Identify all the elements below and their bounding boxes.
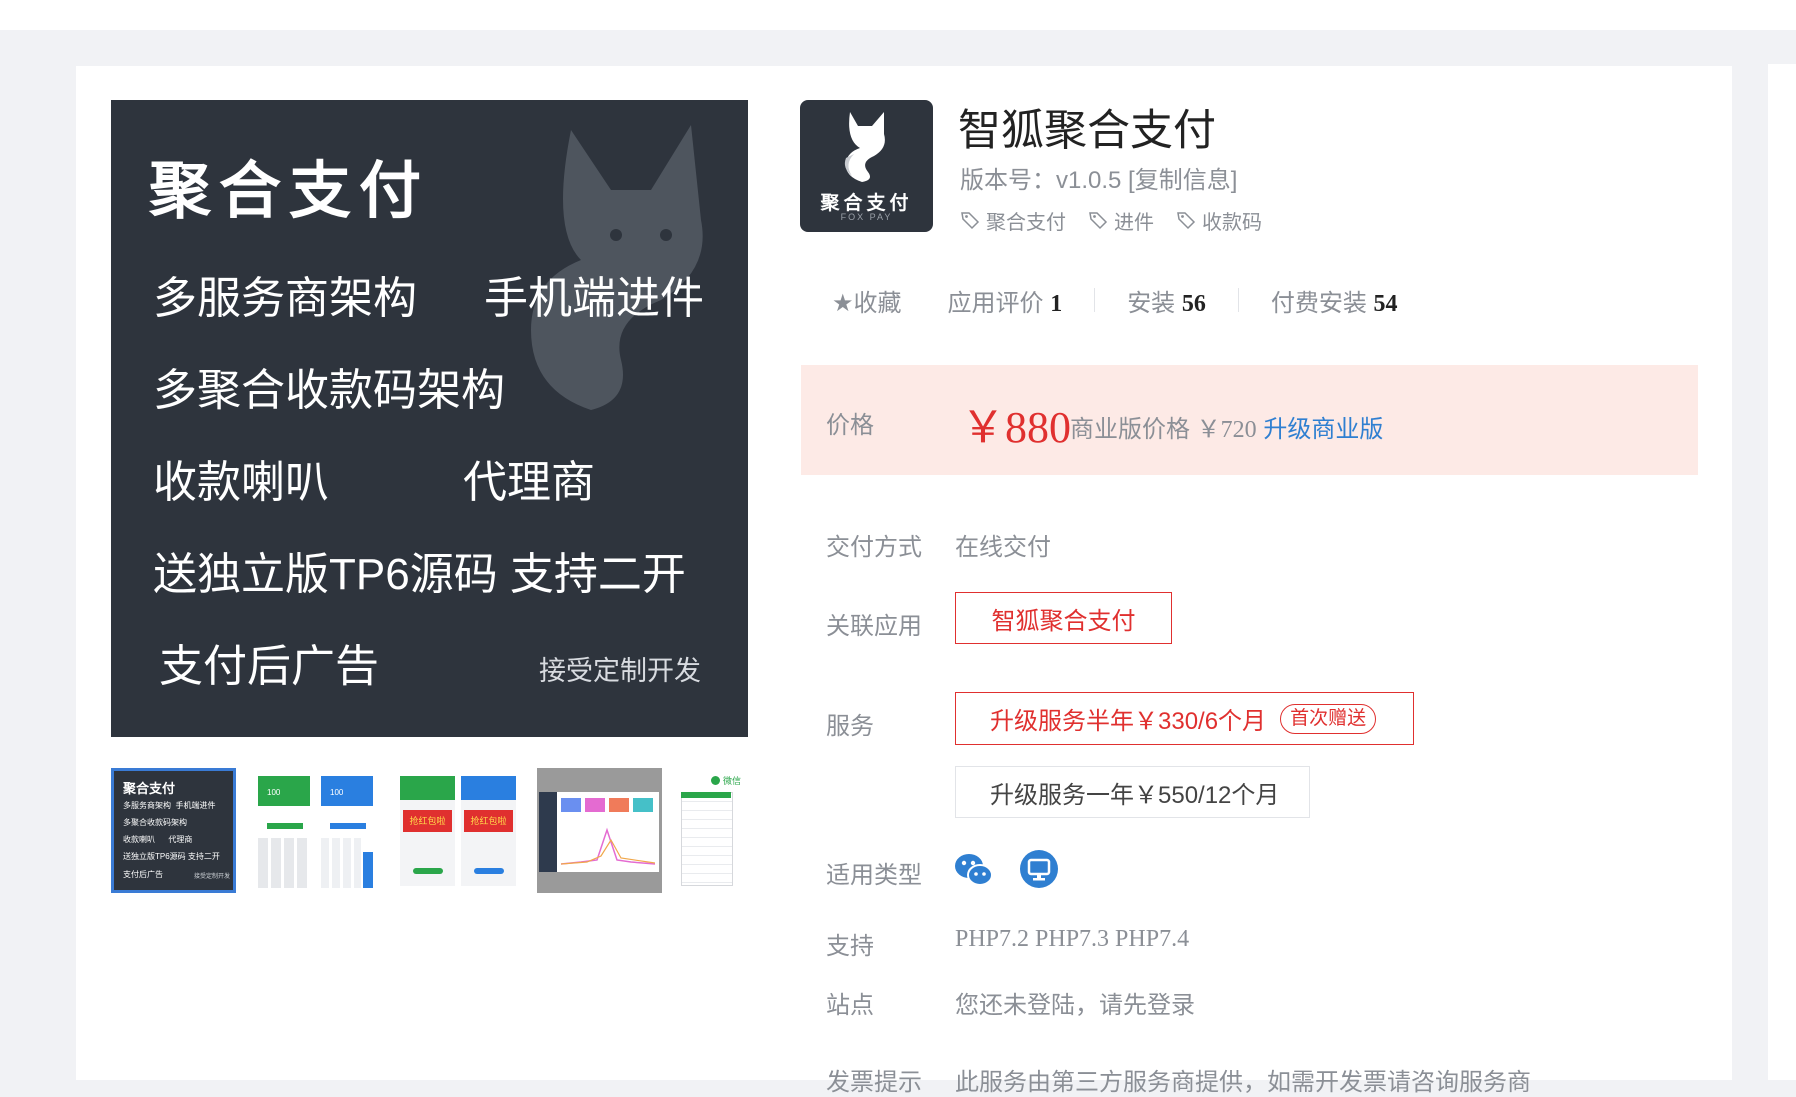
support-value: PHP7.2 PHP7.3 PHP7.4 [955, 926, 1190, 952]
price-amount: ￥880 [961, 403, 1071, 452]
rating-value: 1 [1050, 290, 1063, 317]
pc-icon [1020, 850, 1058, 888]
thumbnail-4[interactable] [537, 768, 662, 893]
related-label: 关联应用 [826, 613, 922, 640]
version-info[interactable]: 版本号：v1.0.5 [复制信息] [960, 160, 1237, 195]
tag-icon [1089, 212, 1108, 230]
tag-label: 进件 [1114, 211, 1154, 234]
logo-subtext: FOX PAY [840, 212, 893, 222]
upgrade-commercial-link[interactable]: 升级商业版 [1263, 416, 1383, 443]
rating-stat[interactable]: 应用评价 1 [948, 283, 1063, 318]
image-line: 支付后广告 [159, 642, 379, 691]
image-line: 多聚合收款码架构 [153, 366, 505, 415]
wechat-icon [955, 854, 993, 886]
rating-label: 应用评价 [947, 289, 1044, 317]
login-link[interactable]: 您还未登陆，请先登录 [955, 985, 1195, 1020]
thumbnail-2[interactable]: 100 100 [253, 768, 378, 893]
tag-item[interactable]: 收款码 [1176, 205, 1262, 235]
image-line: 手机端进件 [484, 274, 704, 323]
site-label: 站点 [826, 992, 874, 1019]
tag-icon [961, 212, 980, 230]
thumb-chart [561, 827, 655, 865]
tag-label: 聚合支付 [986, 211, 1066, 234]
image-small-text: 接受定制开发 [539, 656, 701, 686]
thumb-banner: 抢红包啦 [464, 810, 513, 832]
thumbnail-3[interactable]: 抢红包啦 抢红包啦 [395, 768, 520, 893]
image-line: 收款喇叭 [153, 458, 329, 507]
paid-install-value: 54 [1373, 290, 1398, 317]
image-line: 送独立版TP6源码 支持二开 [153, 550, 686, 599]
image-line: 多服务商架构 [153, 274, 417, 323]
service-label: 服务 [826, 713, 874, 740]
first-gift-badge: 首次赠送 [1280, 703, 1377, 734]
thumb-line: 多聚合收款码架构 [123, 818, 187, 827]
types-label: 适用类型 [826, 862, 922, 889]
tag-list: 聚合支付 进件 收款码 [960, 205, 1262, 235]
commercial-amount: ￥720 [1196, 417, 1257, 443]
stats-bar: ★收藏 应用评价 1 安装 56 付费安装 54 [832, 282, 1398, 318]
commercial-price: 商业版价格 ￥720 升级商业版 [1070, 409, 1383, 444]
service-option-half-year[interactable]: 升级服务半年￥330/6个月 首次赠送 [955, 692, 1414, 745]
top-bar [0, 0, 1796, 30]
tag-item[interactable]: 进件 [1088, 205, 1154, 235]
thumb-title: 聚合支付 [123, 781, 176, 796]
fox-logo-icon [844, 112, 885, 182]
tag-label: 收款码 [1202, 211, 1262, 234]
app-logo: 聚合支付 FOX PAY [800, 100, 933, 232]
support-label: 支持 [826, 933, 874, 960]
tag-icon [1177, 212, 1196, 230]
tag-item[interactable]: 聚合支付 [960, 205, 1066, 235]
install-label: 安装 [1127, 289, 1176, 317]
thumbnail-5[interactable]: 微信 [679, 768, 748, 893]
logo-text: 聚合支付 [820, 193, 913, 214]
divider [1094, 288, 1096, 312]
thumb-line: 支付后广告 [123, 870, 163, 879]
price-label: 价格 [826, 412, 874, 439]
main-product-image: 聚合支付 多服务商架构 手机端进件 多聚合收款码架构 收款喇叭 代理商 送独立版… [111, 100, 748, 737]
related-app-button[interactable]: 智狐聚合支付 [955, 592, 1172, 644]
divider [1237, 288, 1239, 312]
thumb-amount: 100 [267, 788, 281, 797]
service-option-label: 升级服务半年￥330/6个月 [990, 708, 1267, 735]
right-panel-edge [1768, 64, 1796, 1080]
install-value: 56 [1181, 290, 1206, 317]
commercial-label: 商业版价格 [1070, 416, 1190, 443]
thumb-amount: 100 [330, 788, 344, 797]
thumbnail-1[interactable]: 聚合支付 多服务商架构 手机端进件 多聚合收款码架构 收款喇叭 代理商 送独立版… [111, 768, 236, 893]
paid-install-stat: 付费安装 54 [1271, 283, 1398, 318]
price-panel: 价格 ￥880 商业版价格 ￥720 升级商业版 [801, 365, 1698, 475]
delivery-value: 在线交付 [955, 534, 1051, 561]
thumb-line: 送独立版TP6源码 支持二开 [123, 852, 220, 861]
delivery-label: 交付方式 [826, 534, 922, 561]
image-title: 聚合支付 [149, 157, 430, 226]
paid-install-label: 付费安装 [1270, 289, 1367, 317]
install-stat: 安装 56 [1127, 283, 1206, 318]
thumbnail-strip: 聚合支付 多服务商架构 手机端进件 多聚合收款码架构 收款喇叭 代理商 送独立版… [111, 768, 748, 893]
service-option-one-year[interactable]: 升级服务一年￥550/12个月 [955, 766, 1310, 818]
fox-watermark-icon [531, 125, 703, 410]
thumb-banner: 抢红包啦 [403, 810, 452, 832]
image-line: 代理商 [463, 458, 595, 507]
favorite-button[interactable]: ★收藏 [832, 283, 902, 318]
thumb-line: 收款喇叭 代理商 [123, 835, 193, 844]
thumb-line: 多服务商架构 手机端进件 [123, 801, 216, 810]
app-title: 智狐聚合支付 [958, 107, 1216, 155]
thumb-small: 接受定制开发 [194, 874, 231, 880]
thumb-label: 微信 [723, 776, 742, 786]
